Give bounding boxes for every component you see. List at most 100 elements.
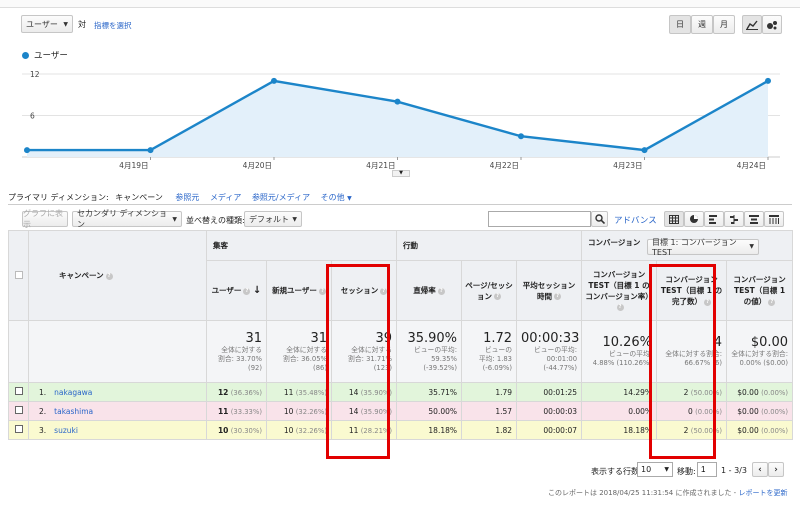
total-note: 4.88% (110.26%) xyxy=(592,359,653,367)
goal-value-cell: $0.00 (0.00%) xyxy=(726,401,794,421)
motion-chart-button[interactable] xyxy=(762,15,782,34)
users-line-chart: 12 6 4月19日 4月20日 4月21日 4月22日 4月23日 4月24日 xyxy=(22,70,780,170)
term-cloud-button[interactable] xyxy=(744,211,764,227)
bounce-rate-cell: 35.71% xyxy=(396,382,463,402)
help-icon[interactable]: ? xyxy=(768,298,776,306)
select-all-checkbox[interactable] xyxy=(14,270,23,279)
cell-pct: (33.33%) xyxy=(230,407,262,416)
total-value: 1.72 xyxy=(483,330,513,346)
help-icon[interactable]: ? xyxy=(494,293,502,300)
campaign-cell: 3. suzuki xyxy=(28,420,207,440)
total-value: 31 xyxy=(245,330,262,346)
month-button[interactable]: 月 xyxy=(713,15,735,34)
sort-type-select[interactable]: デフォルト ▼ xyxy=(244,211,302,227)
campaign-link[interactable]: suzuki xyxy=(54,426,78,435)
dimension-source-medium-link[interactable]: 参照元/メディア xyxy=(252,193,310,202)
refresh-report-link[interactable]: レポートを更新 xyxy=(738,489,787,497)
report-created-text: このレポートは 2018/04/25 11:31:54 に作成されました - xyxy=(548,489,737,497)
compare-view-button[interactable] xyxy=(724,211,744,227)
line-chart-icon xyxy=(746,20,758,30)
goto-page-input[interactable] xyxy=(697,462,717,477)
prev-page-button[interactable]: ‹ xyxy=(752,462,768,477)
help-icon[interactable]: ? xyxy=(318,287,326,295)
y-tick-label: 6 xyxy=(30,112,35,121)
data-point xyxy=(271,77,277,84)
x-tick-label: 4月24日 xyxy=(737,161,766,170)
bar-view-button[interactable] xyxy=(704,211,724,227)
cell-pct: (32.26%) xyxy=(295,426,327,435)
campaign-link[interactable]: nakagawa xyxy=(54,388,92,397)
row-number: 3. xyxy=(39,425,47,435)
plot-rows-button[interactable]: グラフに表示 xyxy=(22,209,68,229)
metric-select-label: ユーザー xyxy=(26,19,58,29)
search-button[interactable] xyxy=(591,211,608,227)
conversion-group-label: コンバージョン xyxy=(588,237,641,247)
campaign-header[interactable]: キャンペーン? xyxy=(28,230,207,321)
advanced-filter-link[interactable]: アドバンス xyxy=(614,214,657,226)
col-pages-per-session[interactable]: ページ/セッション? xyxy=(461,260,518,321)
users-cell: 10 (30.30%) xyxy=(206,420,267,440)
term-cloud-icon xyxy=(749,214,759,224)
next-page-button[interactable]: › xyxy=(768,462,784,477)
total-note: (-39.52%) xyxy=(423,363,458,372)
chart-resize-handle[interactable]: ▼ xyxy=(392,170,410,177)
total-users: 31 全体に対する 割合: 33.70% (92) xyxy=(206,320,267,383)
goal-select[interactable]: 目標 1: コンバージョンTEST ▼ xyxy=(647,238,760,257)
col-conversion-rate[interactable]: コンバージョンTEST（目標 1 のコンバージョン率）? xyxy=(581,260,658,321)
total-note: 割合: 33.70% xyxy=(218,354,262,363)
help-icon[interactable]: ? xyxy=(554,293,562,300)
cell-pct: (32.26%) xyxy=(295,407,327,416)
row-checkbox[interactable] xyxy=(14,406,23,414)
col-new-users[interactable]: 新規ユーザー? xyxy=(266,260,332,321)
search-icon xyxy=(594,214,605,224)
goal-value-cell: $0.00 (0.00%) xyxy=(726,382,794,402)
total-note: 平均: 1.83 xyxy=(478,354,513,363)
total-note: 全体に対する xyxy=(221,345,262,354)
bubble-chart-icon xyxy=(767,20,777,29)
data-point xyxy=(765,77,771,84)
pie-chart-icon xyxy=(690,215,698,223)
row-checkbox-cell xyxy=(8,401,29,421)
select-metric-link[interactable]: 指標を選択 xyxy=(94,20,132,31)
sort-desc-icon: ↓ xyxy=(253,285,262,296)
cell-value: $0.00 xyxy=(737,425,759,435)
data-point xyxy=(641,147,648,154)
row-checkbox[interactable] xyxy=(14,425,23,433)
help-icon[interactable]: ? xyxy=(437,287,445,295)
total-note: (92) xyxy=(248,363,262,372)
dropdown-arrow-icon: ▼ xyxy=(172,215,177,223)
rows-per-page-select[interactable]: 10 ▼ xyxy=(637,462,673,477)
col-users[interactable]: ユーザー? ↓ xyxy=(206,260,267,321)
cell-value: 10 xyxy=(283,406,294,416)
day-button[interactable]: 日 xyxy=(669,15,691,34)
secondary-dimension-select[interactable]: セカンダリ ディメンション ▼ xyxy=(72,209,182,229)
data-point xyxy=(147,147,154,154)
dimension-source-link[interactable]: 参照元 xyxy=(175,193,199,202)
help-icon[interactable]: ? xyxy=(616,304,624,311)
row-checkbox[interactable] xyxy=(14,387,23,395)
pivot-view-button[interactable] xyxy=(764,211,784,227)
data-point xyxy=(518,133,524,140)
total-pages-per-session: 1.72 ビューの 平均: 1.83 (-6.09%) xyxy=(461,320,518,383)
col-bounce-rate[interactable]: 直帰率? xyxy=(396,260,463,321)
acquisition-group-header: 集客 xyxy=(205,230,398,261)
campaign-link[interactable]: takashima xyxy=(54,407,93,416)
help-icon[interactable]: ? xyxy=(105,272,113,280)
cell-value: 12 xyxy=(217,387,229,397)
dimension-other-link[interactable]: その他 xyxy=(321,193,345,202)
pie-view-button[interactable] xyxy=(684,211,704,227)
row-checkbox-cell xyxy=(8,382,29,402)
table-search-input[interactable] xyxy=(488,211,591,227)
col-goal-value[interactable]: コンバージョンTEST（目標 1 の値）? xyxy=(726,260,794,321)
dimension-medium-link[interactable]: メディア xyxy=(210,193,241,202)
cell-value: 11 xyxy=(217,406,229,416)
col-avg-session-duration[interactable]: 平均セッション時間? xyxy=(516,260,583,321)
total-note: (-44.77%) xyxy=(543,363,578,372)
table-view-button[interactable] xyxy=(664,211,684,227)
legend-label: ユーザー xyxy=(34,51,68,61)
line-chart-button[interactable] xyxy=(742,15,762,34)
metric-select[interactable]: ユーザー ▼ xyxy=(21,15,73,33)
week-button[interactable]: 週 xyxy=(691,15,713,34)
help-icon[interactable]: ? xyxy=(243,287,251,295)
sort-type-label: 並べ替えの種類: xyxy=(186,216,245,225)
